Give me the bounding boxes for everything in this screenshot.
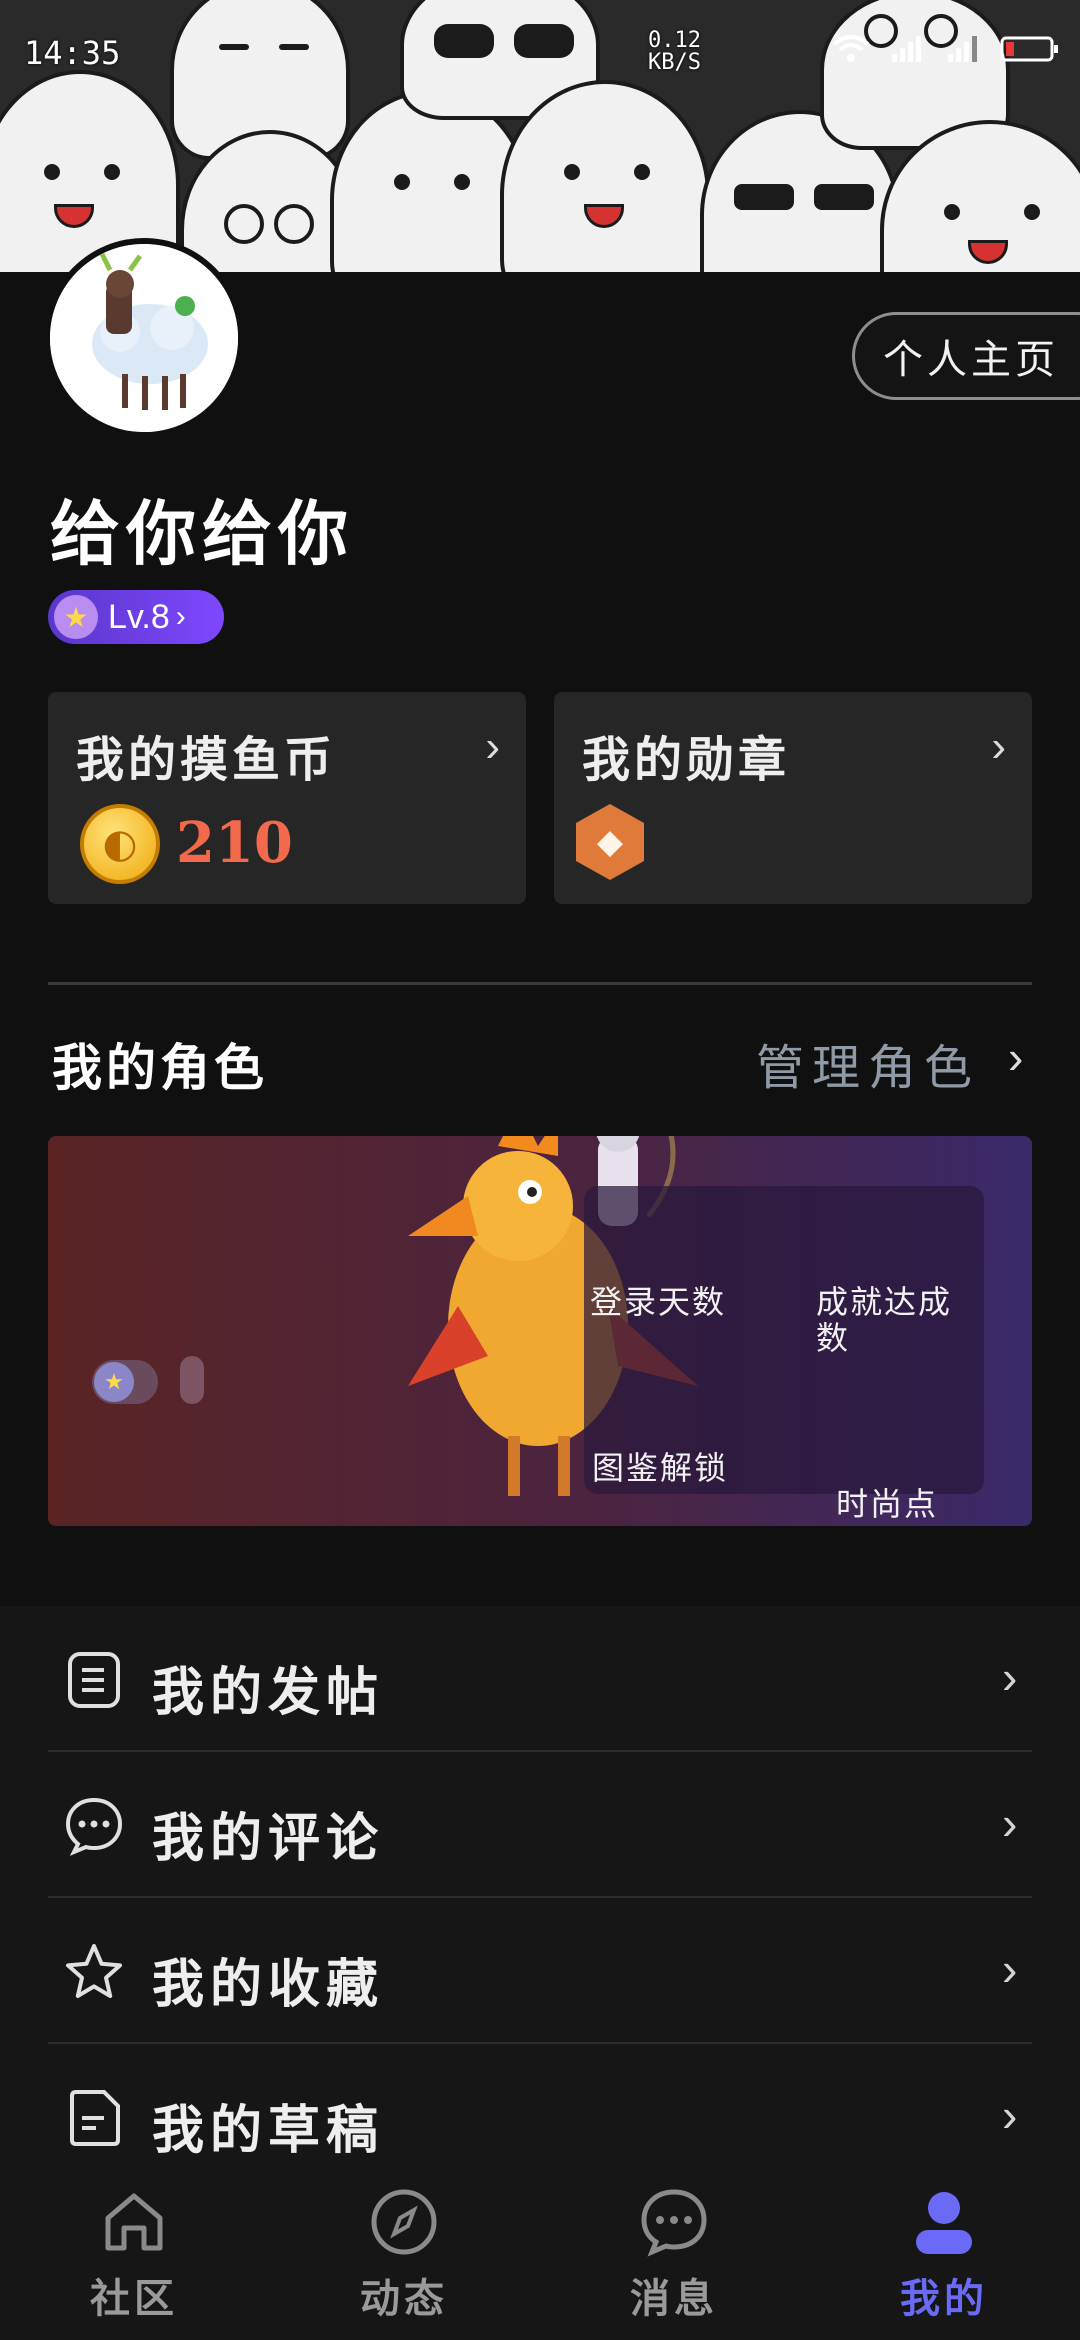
bottom-navigation: 社区 动态 消息 我的	[0, 2160, 1080, 2340]
sheep-avatar-icon	[50, 244, 238, 432]
nav-tab-messages[interactable]: 消息	[584, 2172, 764, 2332]
nav-tab-label: 消息	[630, 2275, 718, 2322]
chat-icon	[641, 2189, 707, 2257]
menu-item-label: 我的草稿	[152, 2100, 385, 2161]
network-speed-unit: KB/S	[648, 50, 701, 75]
menu-item-my-posts[interactable]: 我的发帖 ›	[0, 1606, 1080, 1752]
chevron-right-icon[interactable]: ›	[1008, 1030, 1023, 1084]
chevron-right-icon: ›	[1002, 2089, 1018, 2141]
avatar-image	[50, 244, 238, 432]
star-icon: ★	[94, 1362, 134, 1402]
chevron-right-icon: ›	[991, 722, 1006, 771]
medal-icon: ◆	[576, 804, 644, 880]
user-icon	[916, 2192, 972, 2254]
battery-icon	[1000, 36, 1058, 62]
chevron-right-icon: ›	[1002, 1797, 1018, 1849]
profile-banner: 14:35 0.12 KB/S	[0, 0, 1080, 272]
nav-tab-community[interactable]: 社区	[44, 2172, 224, 2332]
menu-item-my-favorites[interactable]: 我的收藏 ›	[0, 1898, 1080, 2044]
fish-coin-icon: ◐	[80, 804, 160, 884]
role-toggle[interactable]: ★	[92, 1360, 158, 1404]
star-icon	[66, 1944, 122, 1998]
nickname: 给你给你	[50, 492, 354, 575]
coins-card-title: 我的摸鱼币	[76, 732, 337, 788]
level-text: Lv.8	[108, 597, 170, 636]
document-list-icon	[68, 1652, 120, 1708]
signal-icon	[948, 36, 977, 62]
menu-item-label: 我的评论	[152, 1808, 385, 1869]
wifi-icon	[832, 35, 870, 62]
menu-item-label: 我的发帖	[152, 1662, 385, 1723]
nav-tab-me[interactable]: 我的	[854, 2172, 1034, 2332]
status-icons	[832, 34, 1060, 64]
manage-roles-link[interactable]: 管理角色	[756, 1028, 980, 1098]
medals-card[interactable]: 我的勋章 › ◆	[554, 692, 1032, 904]
section-divider	[48, 982, 1032, 985]
nav-tab-label: 社区	[90, 2275, 178, 2322]
chevron-right-icon: ›	[485, 722, 500, 771]
avatar[interactable]	[44, 238, 244, 438]
network-speed-value: 0.12	[648, 28, 701, 53]
chevron-right-icon: ›	[1002, 1943, 1018, 1995]
nav-tab-label: 我的	[900, 2275, 988, 2322]
nav-tab-feed[interactable]: 动态	[314, 2172, 494, 2332]
chevron-right-icon: ›	[1002, 1651, 1018, 1703]
network-speed: 0.12 KB/S	[648, 30, 701, 74]
medals-card-title: 我的勋章	[582, 732, 791, 788]
home-icon	[105, 2193, 163, 2251]
indicator-pill	[180, 1356, 204, 1404]
role-card[interactable]: ★ 登录天数 成就达成数 图鉴解锁 时尚点	[48, 1136, 1032, 1526]
level-badge[interactable]: ★ Lv.8 ›	[48, 590, 224, 644]
draft-icon	[70, 2090, 120, 2146]
compass-icon	[371, 2189, 437, 2255]
chevron-right-icon: ›	[175, 600, 186, 633]
menu-item-my-comments[interactable]: 我的评论 ›	[0, 1752, 1080, 1898]
comment-icon	[65, 1797, 123, 1856]
stat-fashion: 时尚点	[836, 1485, 939, 1523]
status-bar: 14:35 0.12 KB/S	[0, 0, 1080, 110]
stat-codex: 图鉴解锁	[592, 1449, 729, 1487]
stat-achievements: 成就达成数	[816, 1283, 953, 1357]
roles-title: 我的角色	[52, 1038, 268, 1097]
status-time: 14:35	[24, 34, 121, 72]
menu-item-label: 我的收藏	[152, 1954, 385, 2015]
coins-value: 210	[176, 810, 293, 876]
menu-list: 我的发帖 › 我的评论 › 我的收藏 › 我的草稿 ›	[0, 1606, 1080, 2166]
signal-4g-icon	[892, 36, 921, 62]
star-icon: ★	[54, 595, 98, 639]
stat-login-days: 登录天数	[590, 1283, 727, 1321]
personal-homepage-button[interactable]: 个人主页	[852, 312, 1080, 400]
nav-tab-label: 动态	[360, 2275, 448, 2322]
coins-card[interactable]: 我的摸鱼币 › ◐ 210	[48, 692, 526, 904]
